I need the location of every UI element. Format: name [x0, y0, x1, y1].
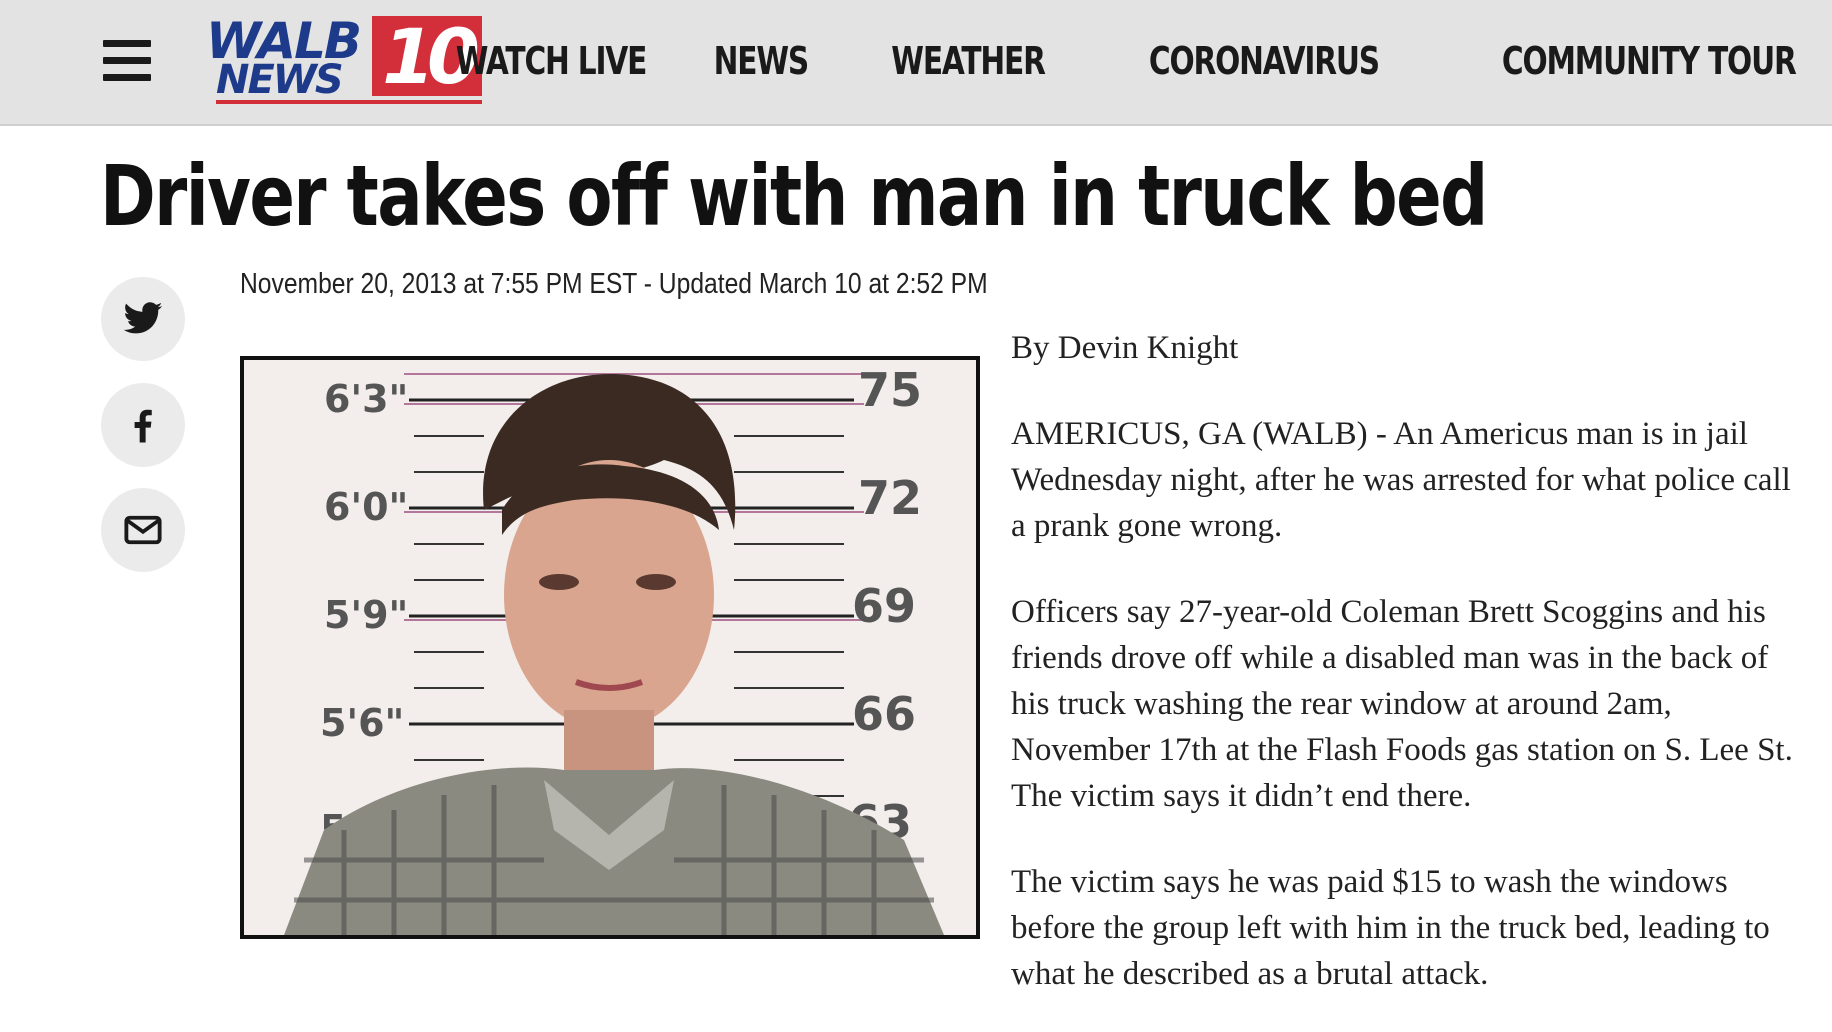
hamburger-menu-icon[interactable]: [103, 40, 151, 82]
height-label-right-3: 69: [852, 579, 916, 633]
logo-wordmark: WALB NEWS: [206, 12, 362, 103]
height-label-left-2: 6'0": [324, 485, 408, 529]
email-icon: [124, 515, 162, 545]
article-headline: Driver takes off with man in truck bed: [100, 147, 1488, 245]
article-paragraph: Officers say 27-year-old Coleman Brett S…: [1011, 594, 1793, 814]
article-paragraph: The victim says he was paid $15 to wash …: [1011, 864, 1770, 992]
height-label-left-1: 6'3": [324, 377, 408, 421]
share-email-button[interactable]: [101, 488, 185, 572]
height-label-right-2: 72: [858, 471, 922, 525]
logo-underline: [216, 100, 482, 104]
article-body: By Devin Knight AMERICUS, GA (WALB) - An…: [1011, 325, 1811, 1032]
height-label-right-4: 66: [852, 687, 916, 741]
height-label-right-1: 75: [858, 363, 922, 417]
nav-community-tour[interactable]: COMMUNITY TOUR: [1502, 36, 1797, 86]
height-label-left-3: 5'9": [324, 593, 408, 637]
site-header: WALB NEWS 10 WATCH LIVE NEWS WEATHER COR…: [0, 0, 1832, 126]
share-facebook-button[interactable]: [101, 383, 185, 467]
facebook-icon: [134, 409, 152, 443]
article-paragraph: AMERICUS, GA (WALB) - An Americus man is…: [1011, 416, 1791, 544]
article-dateline: November 20, 2013 at 7:55 PM EST - Updat…: [240, 268, 988, 300]
nav-weather[interactable]: WEATHER: [891, 36, 1046, 86]
twitter-icon: [123, 302, 163, 334]
article-byline: By Devin Knight: [1011, 330, 1239, 366]
mugshot-image: 6'3" 6'0" 5'9" 5'6" 5'3" 75 72 69 66 63: [244, 360, 976, 935]
share-twitter-button[interactable]: [101, 277, 185, 361]
article-photo-mugshot[interactable]: 6'3" 6'0" 5'9" 5'6" 5'3" 75 72 69 66 63: [240, 356, 980, 939]
nav-news[interactable]: NEWS: [713, 36, 809, 86]
nav-watch-live[interactable]: WATCH LIVE: [456, 36, 648, 86]
main-nav: WATCH LIVE NEWS WEATHER CORONAVIRUS COMM…: [402, 36, 1797, 86]
nav-coronavirus[interactable]: CORONAVIRUS: [1149, 36, 1380, 86]
height-label-left-4: 5'6": [320, 701, 404, 745]
